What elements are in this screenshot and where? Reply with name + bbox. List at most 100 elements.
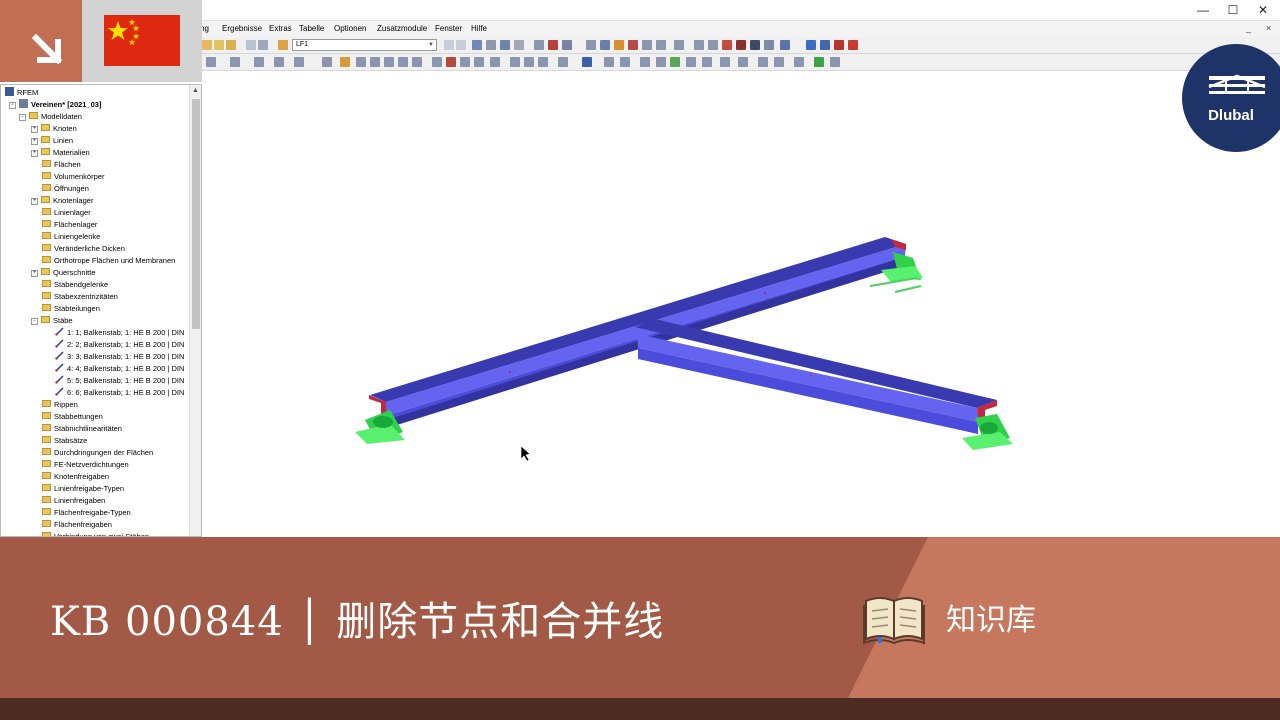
tree-item[interactable]: Linienfreigabe-Typen [42, 483, 124, 495]
menu-item-tabelle[interactable]: Tabelle [299, 24, 324, 33]
tree-item[interactable]: Öffnungen [42, 183, 89, 195]
tree-member-item[interactable]: 6: 6; Balkenstab; 1: HE B 200 | DIN [55, 387, 184, 399]
expand-icon[interactable]: + [31, 126, 38, 133]
print-icon[interactable] [806, 40, 816, 50]
open-file-icon[interactable] [214, 40, 224, 50]
branch-beam[interactable] [635, 319, 997, 434]
menu-item-ergebnisse[interactable]: Ergebnisse [222, 24, 262, 33]
load-case-icon[interactable] [278, 40, 288, 50]
maximize-button[interactable]: ☐ [1218, 2, 1248, 18]
tree-item[interactable]: Flächenfreigaben [42, 519, 112, 531]
navigator-scrollbar[interactable]: ▲ [189, 85, 201, 536]
tools-icon[interactable] [758, 57, 768, 67]
scale-icon[interactable] [558, 57, 568, 67]
loads-icon[interactable] [642, 40, 652, 50]
surfaces-icon[interactable] [656, 40, 666, 50]
supports-icon[interactable] [628, 40, 638, 50]
guide-line-icon[interactable] [640, 57, 650, 67]
move-icon[interactable] [538, 57, 548, 67]
members-icon[interactable] [614, 40, 624, 50]
help-icon[interactable] [848, 40, 858, 50]
expand-icon[interactable]: + [31, 270, 38, 277]
tree-member-item[interactable]: 4: 4; Balkenstab; 1: HE B 200 | DIN [55, 363, 184, 375]
calc-icon[interactable] [472, 40, 482, 50]
block-icon[interactable] [738, 57, 748, 67]
tree-item[interactable]: Stabexzentrizitäten [42, 291, 118, 303]
section-icon[interactable] [534, 40, 544, 50]
export-icon[interactable] [820, 40, 830, 50]
select-icon[interactable] [206, 57, 216, 67]
menu-item-zusatzmodule[interactable]: Zusatzmodule [377, 24, 427, 33]
dxf-icon[interactable] [686, 57, 696, 67]
menu-item-extras[interactable]: Extras [269, 24, 292, 33]
collapse-icon[interactable]: - [19, 114, 26, 121]
tree-member-item[interactable]: 1: 1; Balkenstab; 1: HE B 200 | DIN [55, 327, 184, 339]
expand-icon[interactable]: + [31, 150, 38, 157]
side-view-icon[interactable] [370, 57, 380, 67]
scrollbar-thumb[interactable] [192, 99, 200, 329]
coordinate-icon[interactable] [670, 57, 680, 67]
tree-project[interactable]: - Vereinen* [2021_03] [9, 99, 101, 111]
next-icon[interactable] [456, 40, 466, 50]
grid-snap-icon[interactable] [708, 40, 718, 50]
tree-item[interactable]: Stabbettungen [42, 411, 103, 423]
settings-icon[interactable] [830, 57, 840, 67]
node-insert-icon[interactable] [432, 57, 442, 67]
workplane-icon[interactable] [656, 57, 666, 67]
tree-item[interactable]: Veränderliche Dicken [42, 243, 125, 255]
tree-item[interactable]: Stabendgelenke [42, 279, 108, 291]
warning-icon[interactable] [722, 40, 732, 50]
scroll-up-icon[interactable]: ▲ [192, 87, 199, 94]
render-icon[interactable] [780, 40, 790, 50]
comment-icon[interactable] [620, 57, 630, 67]
menu-item-hilfe[interactable]: Hilfe [471, 24, 487, 33]
previous-icon[interactable] [444, 40, 454, 50]
snap-icon[interactable] [694, 40, 704, 50]
tree-item[interactable]: + Linien [31, 135, 73, 147]
tree-item[interactable]: Orthotrope Flächen und Membranen [42, 255, 175, 267]
delete-icon[interactable] [736, 40, 746, 50]
mirror-icon[interactable] [524, 57, 534, 67]
layer-icon[interactable] [720, 57, 730, 67]
check-icon[interactable] [814, 57, 824, 67]
rotate-icon[interactable] [254, 57, 264, 67]
minimize-button[interactable]: — [1188, 2, 1218, 18]
lock-icon[interactable] [764, 40, 774, 50]
display-icon[interactable] [322, 57, 332, 67]
table-icon[interactable] [246, 40, 256, 50]
view-icon[interactable] [500, 40, 510, 50]
tree-item[interactable]: Linienlager [42, 207, 91, 219]
zoom-icon[interactable] [230, 57, 240, 67]
animate-icon[interactable] [562, 40, 572, 50]
view-direction-icon[interactable] [294, 57, 304, 67]
new-file-icon[interactable] [202, 40, 212, 50]
checklist-icon[interactable] [794, 57, 804, 67]
tree-item[interactable]: Liniengelenke [42, 231, 100, 243]
load-case-select[interactable]: LF1 ▼ [292, 39, 437, 51]
tree-root[interactable]: RFEM [5, 87, 38, 99]
nodes-icon[interactable] [600, 40, 610, 50]
close-button[interactable]: ✕ [1248, 2, 1278, 18]
pan-icon[interactable] [340, 57, 350, 67]
tree-item[interactable]: Linienfreigaben [42, 495, 105, 507]
member-insert-icon[interactable] [460, 57, 470, 67]
model-viewport[interactable] [205, 72, 1280, 537]
tree-item[interactable]: Knotenfreigaben [42, 471, 109, 483]
tree-item[interactable]: Flächen [42, 159, 81, 171]
line-insert-icon[interactable] [446, 57, 456, 67]
tree-item[interactable]: + Knoten [31, 123, 77, 135]
grid-icon[interactable] [258, 40, 268, 50]
tree-item[interactable]: Durchdringungen der Flächen [42, 447, 153, 459]
background-icon[interactable] [702, 57, 712, 67]
dimension-icon[interactable] [604, 57, 614, 67]
solid-insert-icon[interactable] [490, 57, 500, 67]
model-check-icon[interactable] [774, 57, 784, 67]
stop-icon[interactable] [834, 40, 844, 50]
tree-item[interactable]: Volumenkörper [42, 171, 104, 183]
tree-item[interactable]: Stabsätze [42, 435, 87, 447]
copy-icon[interactable] [510, 57, 520, 67]
bottom-view-icon[interactable] [398, 57, 408, 67]
tree-member-item[interactable]: 2: 2; Balkenstab; 1: HE B 200 | DIN [55, 339, 184, 351]
front-view-icon[interactable] [356, 57, 366, 67]
tree-item[interactable]: FE-Netzverdichtungen [42, 459, 129, 471]
